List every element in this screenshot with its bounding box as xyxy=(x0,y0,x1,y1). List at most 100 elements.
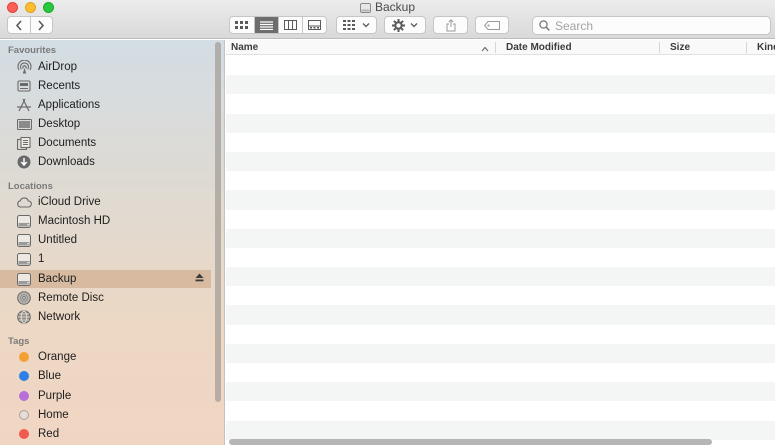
sidebar-section-favourites: Favourites xyxy=(8,45,57,56)
column-divider[interactable] xyxy=(495,42,496,53)
forward-button[interactable] xyxy=(29,17,52,33)
sidebar-item-label: Remote Disc xyxy=(38,292,104,304)
remote-disc-icon xyxy=(16,291,32,305)
tag-orange-dot-icon xyxy=(16,350,32,364)
search-input[interactable] xyxy=(555,18,755,33)
tag-icon xyxy=(484,20,500,30)
empty-row xyxy=(226,228,775,248)
gear-icon xyxy=(392,18,405,32)
airdrop-icon xyxy=(16,60,32,74)
sidebar-tag-home[interactable]: Home xyxy=(0,406,211,424)
sidebar-scrollbar[interactable] xyxy=(215,42,221,402)
column-view-button[interactable] xyxy=(277,17,302,33)
search-icon xyxy=(539,20,550,31)
sidebar-tag-purple[interactable]: Purple xyxy=(0,387,211,405)
disk-icon xyxy=(16,272,32,286)
sidebar-tag-red[interactable]: Red xyxy=(0,425,211,443)
search-field[interactable] xyxy=(532,16,771,35)
column-header-name[interactable]: Name xyxy=(231,40,258,55)
sidebar-item-backup[interactable]: Backup xyxy=(0,270,211,288)
disk-icon xyxy=(359,2,371,16)
list-view-button[interactable] xyxy=(253,17,278,33)
sidebar-item-network[interactable]: Network xyxy=(0,308,211,326)
gallery-icon xyxy=(307,20,321,30)
column-divider[interactable] xyxy=(659,42,660,53)
tag-blue-dot-icon xyxy=(16,369,32,383)
sidebar-item-label: Applications xyxy=(38,99,101,111)
empty-row xyxy=(226,401,775,421)
window-title-text: Backup xyxy=(374,0,416,14)
empty-row xyxy=(226,94,775,114)
navigation-group xyxy=(7,16,53,34)
sidebar-item-label: Recents xyxy=(38,80,81,92)
list-lines-icon xyxy=(259,20,273,30)
chevron-down-icon xyxy=(362,23,370,28)
sidebar-item-label: Network xyxy=(38,311,81,323)
column-header-size[interactable]: Size xyxy=(670,40,690,55)
share-icon xyxy=(446,18,455,31)
sidebar-item-label: Macintosh HD xyxy=(38,215,111,227)
horizontal-scrollbar[interactable] xyxy=(229,439,712,445)
empty-row xyxy=(226,113,775,133)
column-divider[interactable] xyxy=(746,42,747,53)
empty-rows xyxy=(226,56,775,440)
sidebar-item-applications[interactable]: Applications xyxy=(0,96,211,114)
edit-tags-button[interactable] xyxy=(475,16,509,34)
sidebar-section-locations: Locations xyxy=(8,181,53,192)
sidebar-item-label: Orange xyxy=(38,351,77,363)
empty-row xyxy=(226,286,775,306)
documents-icon xyxy=(16,136,32,150)
desktop-icon xyxy=(16,117,32,131)
sidebar-item-label: Backup xyxy=(38,273,77,285)
recents-icon xyxy=(16,79,32,93)
sidebar-item-label: Purple xyxy=(38,390,72,402)
chevron-left-icon xyxy=(15,19,22,31)
column-header-date-modified[interactable]: Date Modified xyxy=(506,40,572,55)
sidebar-tag-blue[interactable]: Blue xyxy=(0,367,211,385)
sidebar-item-documents[interactable]: Documents xyxy=(0,134,211,152)
disk-icon xyxy=(16,214,32,228)
empty-row xyxy=(226,420,775,440)
group-by-button[interactable] xyxy=(336,16,377,34)
empty-row xyxy=(226,209,775,229)
empty-row xyxy=(226,75,775,95)
empty-row xyxy=(226,190,775,210)
sidebar-item-airdrop[interactable]: AirDrop xyxy=(0,58,211,76)
sidebar-item-label: Home xyxy=(38,409,69,421)
share-button[interactable] xyxy=(433,16,468,34)
empty-row xyxy=(226,324,775,344)
file-list: Name Date Modified Size Kind xyxy=(226,40,775,445)
chevron-right-icon xyxy=(38,19,45,31)
sidebar-section-tags: Tags xyxy=(8,336,30,347)
empty-row xyxy=(226,343,775,363)
sidebar-item-label: AirDrop xyxy=(38,61,77,73)
sidebar-tag-orange[interactable]: Orange xyxy=(0,348,211,366)
sidebar-item-remote-disc[interactable]: Remote Disc xyxy=(0,289,211,307)
empty-row xyxy=(226,267,775,287)
sidebar-item-desktop[interactable]: Desktop xyxy=(0,115,211,133)
empty-row xyxy=(226,382,775,402)
empty-row xyxy=(226,363,775,383)
view-mode-group xyxy=(229,16,327,34)
gallery-view-button[interactable] xyxy=(301,17,326,33)
sidebar-item-label: Desktop xyxy=(38,118,81,130)
window-toolbar: Backup xyxy=(0,0,775,39)
sidebar-item-macintosh-hd[interactable]: Macintosh HD xyxy=(0,212,211,230)
icon-view-button[interactable] xyxy=(230,17,254,33)
empty-row xyxy=(226,56,775,76)
back-button[interactable] xyxy=(8,17,30,33)
tag-home-dot-icon xyxy=(16,408,32,422)
arrange-grid-icon xyxy=(343,20,355,30)
column-header-kind[interactable]: Kind xyxy=(757,40,775,55)
action-menu-button[interactable] xyxy=(384,16,426,34)
sidebar-item-downloads[interactable]: Downloads xyxy=(0,153,211,171)
eject-icon[interactable] xyxy=(195,273,204,285)
sidebar-item-untitled[interactable]: Untitled xyxy=(0,231,211,249)
sidebar-item-recents[interactable]: Recents xyxy=(0,77,211,95)
sidebar-item-icloud-drive[interactable]: iCloud Drive xyxy=(0,193,211,211)
empty-row xyxy=(226,151,775,172)
sidebar-item-1[interactable]: 1 xyxy=(0,250,211,268)
network-icon xyxy=(16,310,32,324)
empty-row xyxy=(226,305,775,325)
empty-row xyxy=(226,132,775,152)
